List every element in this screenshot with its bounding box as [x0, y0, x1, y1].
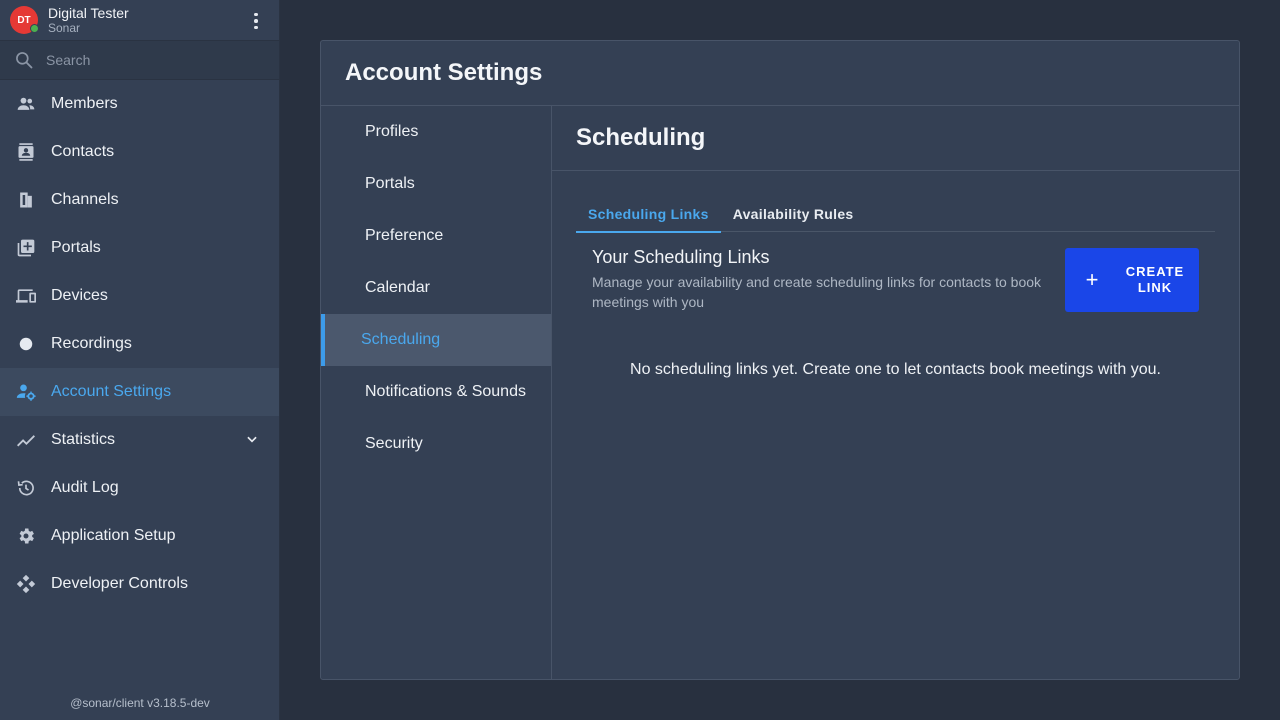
settings-header: Account Settings [321, 41, 1239, 106]
subnav-item-notifications-sounds[interactable]: Notifications & Sounds [321, 366, 551, 418]
sidebar-item-label: Developer Controls [51, 575, 188, 592]
sidebar-item-label: Account Settings [51, 383, 172, 400]
tab-availability-rules[interactable]: Availability Rules [721, 196, 866, 232]
scheduling-header: Scheduling [552, 106, 1239, 171]
sidebar-item-recordings[interactable]: Recordings [0, 320, 279, 368]
tab-scheduling-links[interactable]: Scheduling Links [576, 196, 721, 233]
user-name: Digital Tester [48, 5, 129, 21]
sidebar-item-label: Members [51, 95, 118, 112]
subnav-item-portals[interactable]: Portals [321, 158, 551, 210]
create-link-label-line1: CREATE [1125, 264, 1185, 279]
sidebar-item-label: Portals [51, 239, 101, 256]
sidebar-item-label: Devices [51, 287, 108, 304]
devices-icon [16, 286, 36, 306]
sidebar: DT Digital Tester Sonar Members Contacts [0, 0, 280, 720]
sidebar-item-channels[interactable]: Channels [0, 176, 279, 224]
search-icon [16, 52, 33, 69]
audit-log-icon [16, 478, 36, 498]
plus-icon: + [1085, 267, 1099, 292]
settings-subnav: Profiles Portals Preference Calendar Sch… [321, 106, 552, 679]
sidebar-item-audit-log[interactable]: Audit Log [0, 464, 279, 512]
create-link-button[interactable]: + CREATE LINK [1065, 248, 1199, 312]
more-options-icon[interactable] [247, 12, 265, 30]
sidebar-item-developer-controls[interactable]: Developer Controls [0, 560, 279, 608]
version-label: @sonar/client v3.18.5-dev [70, 696, 210, 710]
account-settings-icon [16, 382, 36, 402]
gear-icon [16, 526, 36, 546]
settings-card: Account Settings Profiles Portals Prefer… [320, 40, 1240, 680]
scheduling-panel: Scheduling Scheduling Links Availability… [552, 106, 1239, 679]
sidebar-item-statistics[interactable]: Statistics [0, 416, 279, 464]
user-header[interactable]: DT Digital Tester Sonar [0, 0, 279, 41]
subnav-item-preference[interactable]: Preference [321, 210, 551, 262]
contacts-icon [16, 142, 36, 162]
sidebar-item-portals[interactable]: Portals [0, 224, 279, 272]
avatar-initials: DT [17, 14, 31, 26]
links-title: Your Scheduling Links [592, 247, 770, 267]
sidebar-item-members[interactable]: Members [0, 80, 279, 128]
avatar[interactable]: DT [10, 6, 39, 34]
sidebar-item-label: Contacts [51, 143, 115, 160]
chevron-down-icon[interactable] [245, 432, 259, 446]
sidebar-nav: Members Contacts Channels Portals Device… [0, 80, 279, 608]
subnav-item-calendar[interactable]: Calendar [321, 262, 551, 314]
statistics-icon [16, 430, 36, 450]
sidebar-item-contacts[interactable]: Contacts [0, 128, 279, 176]
create-link-label-line2: LINK [1137, 280, 1173, 295]
members-icon [16, 94, 36, 114]
links-description: Manage your availability and create sche… [592, 274, 1042, 310]
search-bar [0, 41, 279, 80]
sidebar-item-label: Audit Log [51, 479, 119, 496]
portals-icon [16, 238, 36, 258]
sidebar-item-label: Recordings [51, 335, 132, 352]
section-title: Scheduling [576, 124, 706, 151]
subnav-item-scheduling[interactable]: Scheduling [321, 314, 551, 366]
subnav-item-security[interactable]: Security [321, 418, 551, 470]
scheduling-tabs: Scheduling Links Availability Rules [576, 196, 1215, 233]
empty-state-message: No scheduling links yet. Create one to l… [630, 361, 1161, 378]
recordings-icon [16, 334, 36, 354]
user-org: Sonar [48, 21, 81, 35]
sidebar-item-label: Channels [51, 191, 119, 208]
sidebar-item-devices[interactable]: Devices [0, 272, 279, 320]
sidebar-item-application-setup[interactable]: Application Setup [0, 512, 279, 560]
search-input[interactable] [46, 52, 246, 68]
developer-controls-icon [16, 574, 36, 594]
sidebar-item-account-settings[interactable]: Account Settings [0, 368, 279, 416]
page-title: Account Settings [345, 59, 543, 86]
sidebar-item-label: Application Setup [51, 527, 176, 544]
links-heading: Your Scheduling Links Manage your availa… [592, 247, 1052, 312]
subnav-item-profiles[interactable]: Profiles [321, 106, 551, 158]
channels-icon [16, 190, 36, 210]
sidebar-item-label: Statistics [51, 431, 116, 448]
online-status-dot [30, 24, 39, 33]
create-link-label: CREATE LINK [1119, 264, 1191, 296]
